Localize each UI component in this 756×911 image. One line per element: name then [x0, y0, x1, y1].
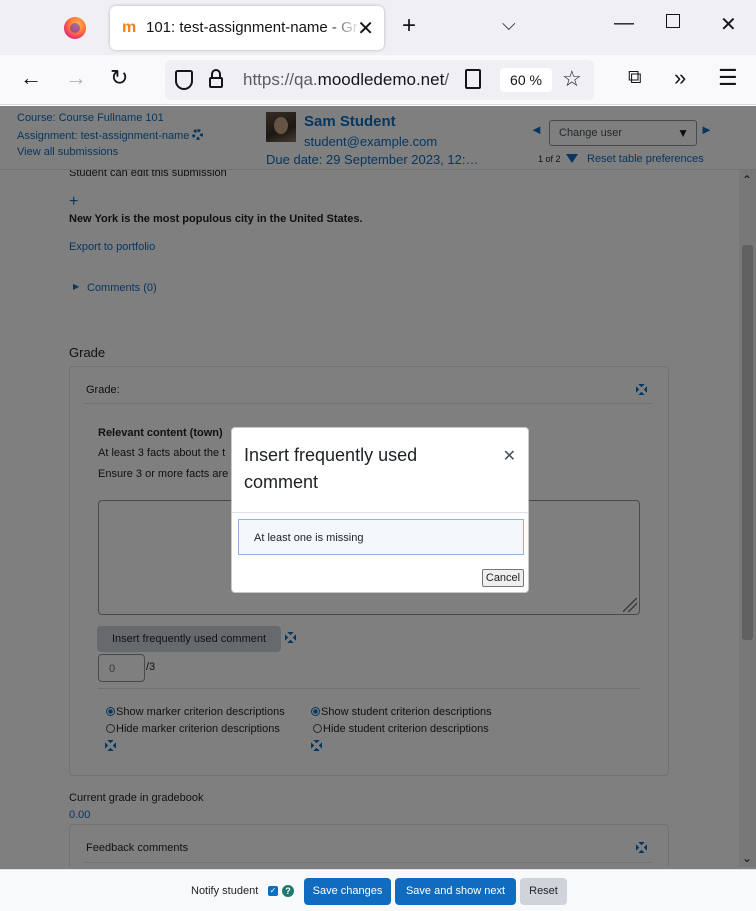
chevron-down-icon[interactable]: ⌵ [502, 14, 516, 35]
tab-close-icon[interactable]: ✕ [357, 16, 374, 41]
divider [232, 512, 528, 513]
insert-comment-modal: Insert frequently used comment ✕ At leas… [231, 427, 529, 593]
url-text[interactable]: https://qa.moodledemo.net/ [243, 70, 456, 90]
minimize-icon[interactable]: — [614, 12, 634, 35]
firefox-icon[interactable] [64, 17, 86, 39]
modal-title: Insert frequently used comment [244, 445, 418, 492]
sticky-footer: Notify student ✓ ? Save changes Save and… [0, 869, 756, 911]
back-icon[interactable]: ← [20, 67, 42, 89]
forward-icon[interactable]: → [65, 67, 87, 89]
save-changes-button[interactable]: Save changes [304, 878, 391, 905]
cancel-button[interactable]: Cancel [482, 569, 524, 587]
maximize-icon[interactable] [666, 14, 680, 28]
overflow-icon[interactable]: » [674, 67, 686, 89]
url-bar[interactable]: https://qa.moodledemo.net/ 60 % ☆ [165, 60, 594, 100]
close-icon[interactable]: ✕ [503, 446, 516, 466]
shield-icon[interactable] [175, 70, 193, 90]
reset-button[interactable]: Reset [520, 878, 567, 905]
zoom-level[interactable]: 60 % [500, 68, 552, 92]
new-tab-icon[interactable]: + [402, 12, 416, 40]
window-close-icon[interactable]: ✕ [720, 12, 737, 37]
tab-title: 101: test-assignment-name - Grader [146, 19, 360, 36]
reader-view-icon[interactable] [465, 69, 481, 89]
notify-student-checkbox[interactable]: ✓ [268, 886, 278, 896]
comment-option[interactable]: At least one is missing [238, 519, 524, 555]
moodle-favicon-icon: m [122, 19, 137, 36]
reload-icon[interactable]: ↻ [110, 67, 128, 89]
star-icon[interactable]: ☆ [562, 66, 582, 92]
lock-icon[interactable] [209, 69, 223, 89]
browser-tab-bar: m 101: test-assignment-name - Grader ✕ +… [0, 0, 756, 55]
browser-nav-bar: ← → ↻ https://qa.moodledemo.net/ 60 % ☆ … [0, 55, 756, 105]
save-and-next-button[interactable]: Save and show next [395, 878, 516, 905]
notify-student-label: Notify student [191, 885, 259, 897]
browser-tab[interactable]: m 101: test-assignment-name - Grader ✕ [110, 6, 384, 50]
menu-icon[interactable]: ☰ [718, 67, 738, 89]
help-icon[interactable]: ? [282, 885, 294, 897]
extensions-icon[interactable]: ⧉ [628, 67, 642, 89]
